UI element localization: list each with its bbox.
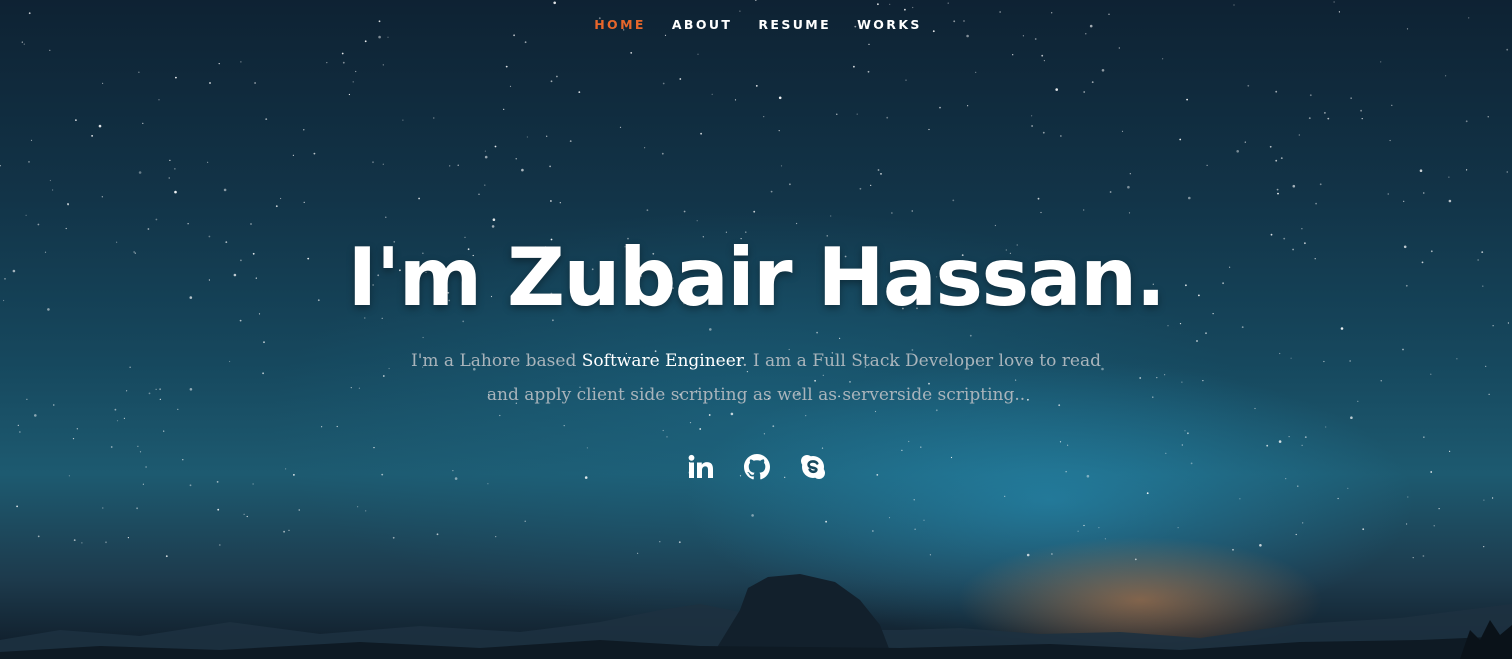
social-links (0, 452, 1512, 482)
github-link[interactable] (744, 452, 770, 482)
hero-section: HOME ABOUT RESUME WORKS I'm Zubair Hassa… (0, 0, 1512, 659)
nav-about[interactable]: ABOUT (672, 17, 733, 32)
github-icon (744, 454, 770, 480)
linkedin-link[interactable] (688, 452, 714, 482)
skype-link[interactable] (800, 452, 826, 482)
linkedin-icon (688, 454, 713, 478)
nav-resume[interactable]: RESUME (758, 17, 831, 32)
intro-text-start: I'm a Lahore based (411, 351, 582, 371)
skype-icon (801, 455, 825, 479)
intro-text: I'm a Lahore based Software Engineer. I … (396, 344, 1116, 412)
nav-home[interactable]: HOME (594, 17, 646, 32)
nav-works[interactable]: WORKS (857, 17, 922, 32)
intro-highlight: Software Engineer (581, 351, 743, 371)
main-navigation: HOME ABOUT RESUME WORKS (0, 0, 1512, 48)
page-title: I'm Zubair Hassan. (347, 231, 1166, 324)
banner: I'm Zubair Hassan. I'm a Lahore based So… (0, 228, 1512, 482)
